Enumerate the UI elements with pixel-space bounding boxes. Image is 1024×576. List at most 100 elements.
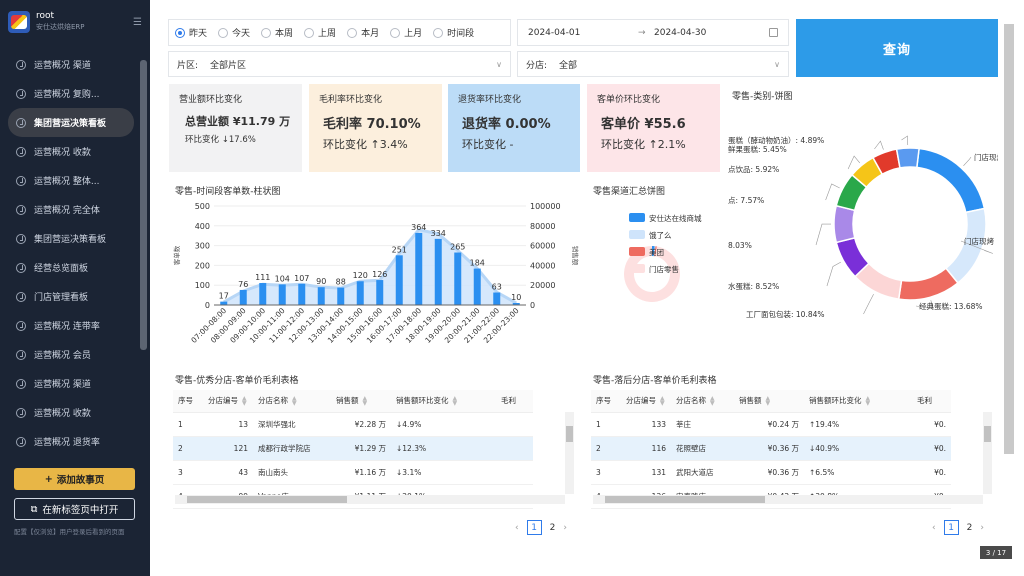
sidebar-item[interactable]: 运营概况 渠道 [8, 50, 134, 79]
page-1[interactable]: 1 [943, 520, 959, 535]
table-row[interactable]: 2 116 花照壁店 ¥0.36 万 ↓40.9% ¥0. [591, 436, 951, 461]
collapse-menu-icon[interactable]: ☰ [133, 17, 142, 28]
bar[interactable] [239, 289, 247, 305]
period-radio[interactable]: 上周 [304, 26, 336, 39]
bar[interactable] [395, 255, 403, 305]
column-header[interactable]: 序号 [173, 390, 203, 413]
table-cell [496, 412, 533, 437]
column-header[interactable]: 分店名称 ▲ ▼ [671, 390, 734, 413]
page-2[interactable]: 2 [550, 523, 556, 533]
page-2[interactable]: 2 [967, 523, 973, 533]
page-scrollbar[interactable] [1004, 24, 1014, 454]
bar[interactable] [493, 292, 501, 305]
sidebar-item[interactable]: 门店管理看板 [8, 282, 134, 311]
next-page-icon[interactable]: › [563, 523, 567, 533]
slice-label: 门店现烤 [964, 236, 994, 246]
region-select[interactable]: 片区: 全部片区 ∨ [168, 51, 511, 77]
sort-icon[interactable]: ▲ ▼ [866, 396, 871, 407]
column-header[interactable]: 分店编号 ▲ ▼ [621, 390, 671, 413]
sidebar-item[interactable]: 运营概况 渠道 [8, 369, 134, 398]
page-1[interactable]: 1 [526, 520, 542, 535]
bar[interactable] [473, 268, 481, 305]
sort-icon[interactable]: ▲ ▼ [292, 396, 297, 407]
bar[interactable] [376, 280, 384, 305]
bar[interactable] [454, 252, 462, 305]
prev-page-icon[interactable]: ‹ [932, 523, 936, 533]
sidebar-scrollbar[interactable] [140, 60, 147, 350]
sort-icon[interactable]: ▲ ▼ [363, 396, 368, 407]
table-cell: ¥1.29 万 [331, 436, 391, 461]
next-page-icon[interactable]: › [980, 523, 984, 533]
legend-label[interactable]: 饿了么 [649, 230, 672, 240]
legend-label[interactable]: 门店零售 [649, 264, 679, 274]
sidebar-item[interactable]: 经营总览面板 [8, 253, 134, 282]
sidebar-item[interactable]: 运营概况 完全体 [8, 195, 134, 224]
period-radio[interactable]: 本月 [347, 26, 379, 39]
pie-slice[interactable] [895, 147, 920, 169]
bar[interactable] [415, 232, 423, 305]
sort-icon[interactable]: ▲ ▼ [453, 396, 458, 407]
store-select[interactable]: 分店: 全部 ∨ [517, 51, 789, 77]
column-header[interactable]: 分店名称 ▲ ▼ [253, 390, 331, 413]
column-header[interactable]: 序号 [591, 390, 621, 413]
column-header[interactable]: 销售额环比变化 ▲ ▼ [804, 390, 912, 413]
table-row[interactable]: 3 131 武阳大道店 ¥0.36 万 ↑6.5% ¥0. [591, 460, 951, 485]
bar[interactable] [259, 283, 267, 305]
bar[interactable] [337, 287, 345, 305]
table-vertical-scrollbar[interactable] [983, 412, 992, 494]
bar[interactable] [434, 238, 442, 305]
sort-icon[interactable]: ▲ ▼ [766, 396, 771, 407]
column-header[interactable]: 毛利 [496, 390, 533, 413]
date-range-picker[interactable]: 2024-04-01 → 2024-04-30 [517, 19, 789, 46]
date-start[interactable]: 2024-04-01 [528, 28, 638, 38]
bar[interactable] [317, 287, 325, 305]
bar[interactable] [220, 301, 228, 305]
period-radio[interactable]: 时间段 [433, 26, 474, 39]
prev-page-icon[interactable]: ‹ [515, 523, 519, 533]
sidebar-item[interactable]: 运营概况 会员 [8, 340, 134, 369]
date-end[interactable]: 2024-04-30 [654, 28, 769, 38]
sidebar-item[interactable]: 运营概况 退货率 [8, 427, 134, 456]
column-header[interactable]: 销售额环比变化 ▲ ▼ [391, 390, 496, 413]
table-cell: 武阳大道店 [671, 460, 734, 485]
sidebar-item[interactable]: 运营概况 整体... [8, 166, 134, 195]
query-button[interactable]: 查询 [796, 19, 998, 77]
sidebar-item-label: 运营概况 收款 [34, 409, 91, 419]
table-vertical-scrollbar[interactable] [565, 412, 574, 494]
bar-value-label: 120 [353, 271, 368, 280]
sort-icon[interactable]: ▲ ▼ [660, 396, 665, 407]
legend-label[interactable]: 安仕达在线商城 [649, 213, 702, 223]
table-horizontal-scrollbar[interactable] [593, 495, 983, 504]
column-header[interactable]: 分店编号 ▲ ▼ [203, 390, 253, 413]
period-radio[interactable]: 昨天 [175, 26, 207, 39]
open-new-tab-button[interactable]: ⧉ 在新标签页中打开 [14, 498, 135, 520]
legend-label[interactable]: 美团 [649, 247, 664, 257]
table-row[interactable]: 1 133 莘庄 ¥0.24 万 ↑19.4% ¥0. [591, 412, 951, 437]
calendar-icon[interactable] [769, 28, 778, 37]
sort-icon[interactable]: ▲ ▼ [710, 396, 715, 407]
period-radio[interactable]: 上月 [390, 26, 422, 39]
table-horizontal-scrollbar[interactable] [175, 495, 565, 504]
period-radio[interactable]: 本周 [261, 26, 293, 39]
bar[interactable] [298, 283, 306, 305]
period-radio[interactable]: 今天 [218, 26, 250, 39]
radio-label: 时间段 [447, 29, 475, 39]
sidebar-item[interactable]: 运营概况 收款 [8, 398, 134, 427]
sidebar-item[interactable]: 运营概况 连带率 [8, 311, 134, 340]
table-row[interactable]: 2 121 成都行政学院店 ¥1.29 万 ↓12.3% [173, 436, 533, 461]
bar[interactable] [356, 281, 364, 305]
table-row[interactable]: 3 43 南山南头 ¥1.16 万 ↓3.1% [173, 460, 533, 485]
sidebar-item[interactable]: 集团营运决策看板 [8, 224, 134, 253]
bar[interactable] [278, 284, 286, 305]
sidebar-item[interactable]: 运营概况 收款 [8, 137, 134, 166]
pie-slice[interactable] [833, 204, 856, 244]
column-header[interactable]: 毛利 [912, 390, 951, 413]
table-row[interactable]: 1 13 深圳华强北 ¥2.28 万 ↓4.9% [173, 412, 533, 437]
sidebar-item[interactable]: 运营概况 复购... [8, 79, 134, 108]
sort-icon[interactable]: ▲ ▼ [242, 396, 247, 407]
add-story-button[interactable]: + 添加故事页 [14, 468, 135, 490]
pie-slice[interactable] [897, 267, 959, 301]
column-header[interactable]: 销售额 ▲ ▼ [734, 390, 804, 413]
sidebar-item[interactable]: 集团营运决策看板 [8, 108, 134, 137]
column-header[interactable]: 销售额 ▲ ▼ [331, 390, 391, 413]
